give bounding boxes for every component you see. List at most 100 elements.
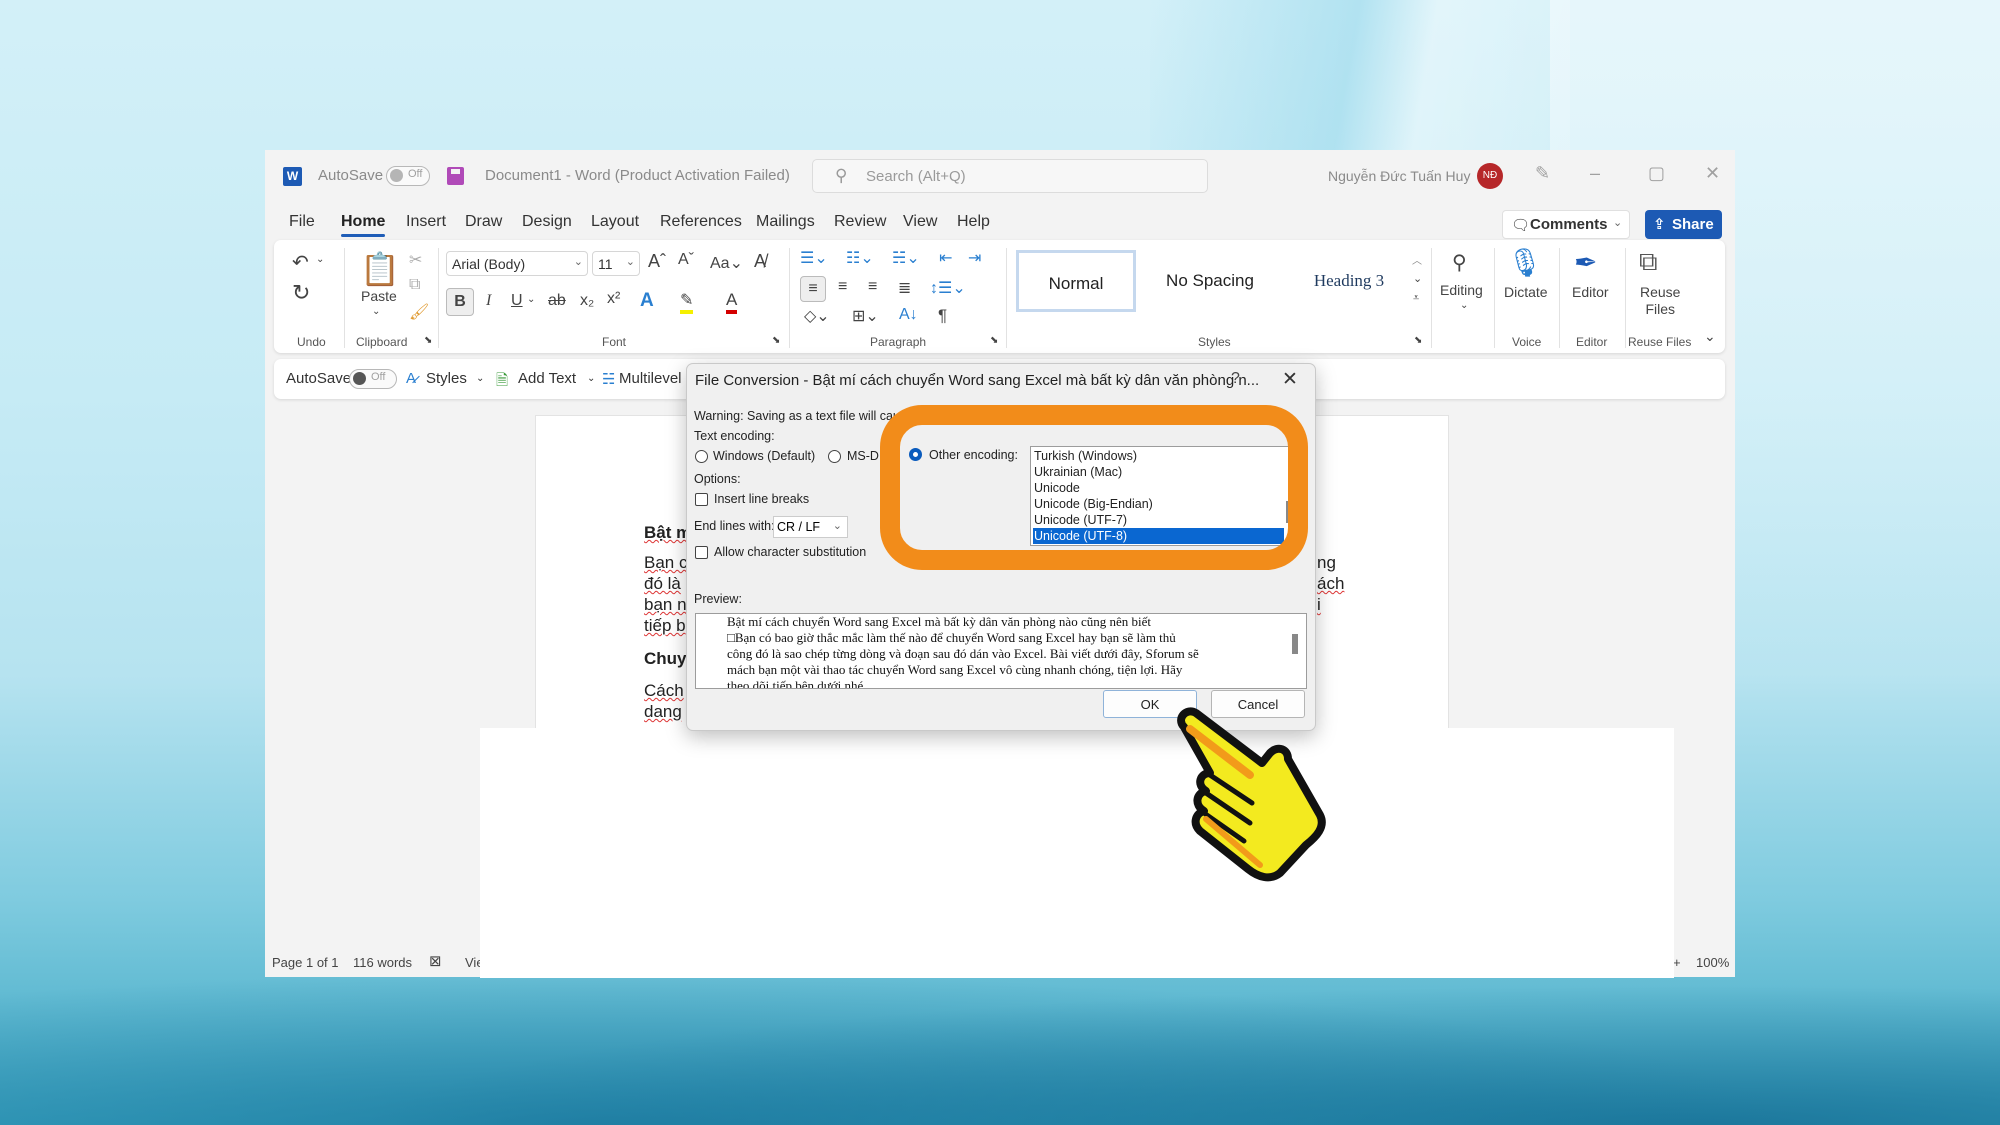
insert-line-breaks-checkbox[interactable] [695, 493, 708, 506]
collapse-ribbon-icon[interactable]: ⌄ [1704, 328, 1716, 345]
page-count[interactable]: Page 1 of 1 [272, 955, 339, 970]
tab-mailings[interactable]: Mailings [756, 213, 815, 231]
style-normal[interactable]: Normal [1016, 250, 1136, 312]
dialog-launcher-icon[interactable]: ⬊ [424, 335, 432, 346]
comments-button[interactable]: 🗨 Comments ⌄ [1502, 210, 1630, 239]
dialog-launcher-icon[interactable]: ⬊ [772, 335, 780, 346]
dialog-launcher-icon[interactable]: ⬊ [990, 335, 998, 346]
help-button[interactable]: ? [1231, 370, 1240, 388]
tab-file[interactable]: File [289, 213, 315, 231]
undo-dropdown-icon[interactable]: ⌄ [316, 254, 324, 265]
word-count[interactable]: 116 words [353, 955, 412, 970]
line-spacing-icon[interactable]: ↕☰⌄ [930, 278, 966, 298]
qat-styles-button[interactable]: Styles [426, 370, 467, 387]
bold-button[interactable]: B [446, 288, 474, 316]
editing-dropdown-icon[interactable]: ⌄ [1460, 300, 1468, 311]
multilevel-list-icon[interactable]: ☵⌄ [892, 248, 920, 268]
shrink-font-icon[interactable]: Aˇ [678, 251, 694, 269]
tab-design[interactable]: Design [522, 213, 572, 231]
find-icon[interactable]: ⚲ [1452, 250, 1467, 275]
styles-more-icon[interactable]: ⩡ [1413, 292, 1419, 305]
tab-help[interactable]: Help [957, 213, 990, 231]
bullets-icon[interactable]: ☰⌄ [800, 248, 828, 268]
tab-insert[interactable]: Insert [406, 213, 446, 231]
autosave-toggle[interactable]: Off [386, 166, 430, 186]
redo-icon[interactable]: ↻ [292, 280, 310, 306]
change-case-icon[interactable]: Aa⌄ [710, 253, 743, 273]
subscript-button[interactable]: x₂ [580, 292, 594, 310]
borders-icon[interactable]: ⊞⌄ [852, 306, 879, 326]
editor-label[interactable]: Editor [1572, 284, 1609, 300]
paste-label[interactable]: Paste [361, 288, 397, 304]
align-center-button[interactable]: ≡ [838, 278, 847, 296]
toggle-knob [390, 169, 403, 182]
sort-icon[interactable]: A↓ [899, 306, 918, 324]
cut-icon[interactable]: ✂ [409, 250, 422, 270]
paste-icon[interactable]: 📋 [360, 250, 400, 288]
radio-windows-default[interactable] [695, 450, 708, 463]
italic-button[interactable]: I [486, 292, 491, 310]
tab-draw[interactable]: Draw [465, 213, 502, 231]
minimize-button[interactable]: – [1590, 163, 1600, 184]
font-size-select[interactable]: 11 ⌄ [592, 251, 640, 276]
restore-button[interactable]: ▢ [1648, 163, 1665, 184]
preview-scrollbar[interactable] [1292, 634, 1298, 654]
style-heading-3[interactable]: Heading 3 [1284, 250, 1414, 312]
clear-formatting-icon[interactable]: A̸ [754, 251, 766, 272]
end-lines-select[interactable]: CR / LF ⌄ [773, 516, 848, 538]
radio-ms-dos[interactable] [828, 450, 841, 463]
reuse-files-icon[interactable]: ⧉ [1639, 246, 1658, 278]
editing-label[interactable]: Editing [1440, 282, 1483, 298]
paste-dropdown-icon[interactable]: ⌄ [372, 306, 380, 317]
decrease-indent-icon[interactable]: ⇤ [939, 248, 952, 268]
show-formatting-icon[interactable]: ¶ [938, 306, 947, 326]
zoom-in-button[interactable]: + [1673, 955, 1681, 970]
font-name-select[interactable]: Arial (Body) ⌄ [446, 251, 588, 276]
microphone-icon[interactable]: 🎙 [1507, 246, 1543, 279]
superscript-button[interactable]: x² [607, 290, 620, 308]
preview-box[interactable]: Bật mí cách chuyển Word sang Excel mà bấ… [695, 613, 1307, 689]
allow-substitution-checkbox[interactable] [695, 546, 708, 559]
tab-layout[interactable]: Layout [591, 213, 639, 231]
reuse-files-label[interactable]: Reuse Files [1640, 284, 1680, 318]
dictate-label[interactable]: Dictate [1504, 284, 1548, 300]
increase-indent-icon[interactable]: ⇥ [968, 248, 981, 268]
copy-icon[interactable]: ⧉ [409, 276, 420, 294]
zoom-level[interactable]: 100% [1696, 955, 1729, 970]
proofing-icon[interactable]: ⊠ [429, 952, 442, 970]
dialog-launcher-icon[interactable]: ⬊ [1414, 335, 1422, 346]
save-icon[interactable] [447, 167, 464, 185]
qat-add-text-button[interactable]: Add Text [518, 370, 576, 387]
align-right-button[interactable]: ≡ [868, 278, 877, 296]
dialog-close-button[interactable]: ✕ [1282, 368, 1298, 391]
tab-view[interactable]: View [903, 213, 937, 231]
text-effects-icon[interactable]: A [640, 290, 654, 312]
format-painter-icon[interactable]: 🖌 [409, 302, 429, 322]
pen-icon[interactable]: ✎ [1535, 163, 1550, 184]
shading-icon[interactable]: ◇⌄ [804, 306, 830, 326]
title-bar: W AutoSave Off Document1 - Word (Product… [265, 150, 1735, 202]
justify-button[interactable]: ≣ [898, 278, 911, 298]
tab-review[interactable]: Review [834, 213, 886, 231]
avatar[interactable]: NĐ [1477, 163, 1503, 189]
tab-references[interactable]: References [660, 213, 742, 231]
tab-home[interactable]: Home [341, 213, 386, 237]
share-button[interactable]: ⇪ Share [1645, 210, 1722, 239]
numbering-icon[interactable]: ☷⌄ [846, 248, 874, 268]
close-button[interactable]: ✕ [1705, 163, 1720, 184]
qat-autosave-toggle[interactable]: Off [349, 369, 397, 389]
doc-para-1-line-1: Bạn c [644, 553, 688, 572]
font-color-icon[interactable]: A [726, 290, 738, 314]
highlight-icon[interactable]: ✎ [680, 290, 694, 314]
search-box[interactable]: ⚲ Search (Alt+Q) [812, 159, 1208, 193]
strikethrough-button[interactable]: ab [548, 292, 566, 310]
grow-font-icon[interactable]: Aˆ [648, 251, 666, 272]
align-left-button[interactable]: ≡ [800, 276, 826, 302]
undo-icon[interactable]: ↶ [292, 250, 309, 275]
style-no-spacing[interactable]: No Spacing [1140, 250, 1280, 312]
underline-button[interactable]: U [511, 292, 523, 310]
styles-scroll-down-icon[interactable]: ⌄ [1413, 272, 1422, 285]
editor-pen-icon[interactable]: ✒ [1574, 246, 1597, 279]
underline-dropdown-icon[interactable]: ⌄ [527, 294, 535, 305]
styles-scroll-up-icon[interactable]: ︿ [1412, 252, 1422, 267]
